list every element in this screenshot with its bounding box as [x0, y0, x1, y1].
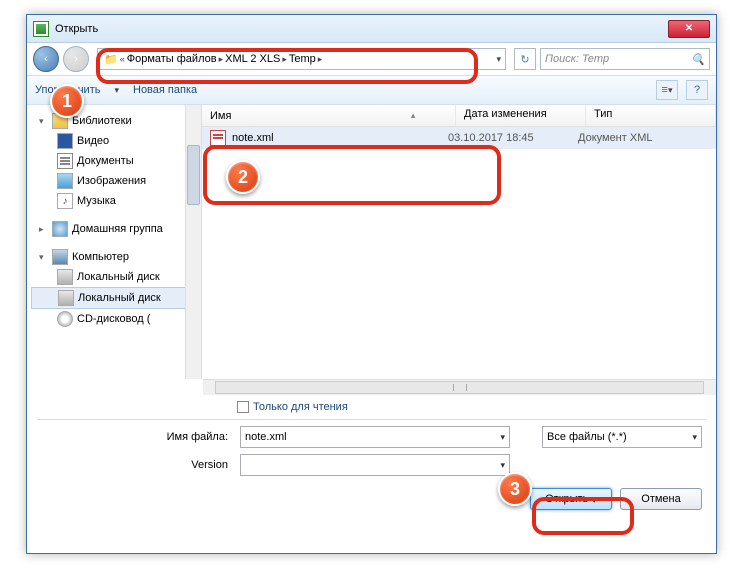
chevron-left-icon: ‹ [44, 53, 48, 65]
scrollbar-thumb[interactable] [187, 145, 200, 205]
chevron-down-icon: ▾ [668, 85, 673, 96]
chevron-down-icon[interactable]: ▾ [496, 54, 501, 65]
readonly-label: Только для чтения [253, 401, 348, 413]
tree-homegroup[interactable]: ▸Домашняя группа [31, 219, 197, 239]
col-date[interactable]: Дата изменения [456, 105, 586, 126]
tree-documents[interactable]: Документы [31, 151, 197, 171]
tree-video[interactable]: Видео [31, 131, 197, 151]
chevron-down-icon[interactable]: ▾ [500, 432, 505, 443]
body: ▾Библиотеки Видео Документы Изображения … [27, 105, 716, 379]
titlebar: Открыть ✕ [27, 15, 716, 43]
button-row: Открыть ▾ Отмена [27, 482, 716, 520]
drive-icon [57, 269, 73, 285]
breadcrumb[interactable]: 📁 « Форматы файлов▸ XML 2 XLS▸ Temp▸ ▾ [97, 48, 506, 70]
tree-drive-1[interactable]: Локальный диск [31, 267, 197, 287]
close-button[interactable]: ✕ [668, 20, 710, 38]
nav-row: ‹ › 📁 « Форматы файлов▸ XML 2 XLS▸ Temp▸… [27, 43, 716, 75]
horizontal-scrollbar[interactable] [203, 379, 716, 395]
file-row[interactable]: note.xml 03.10.2017 18:45 Документ XML [202, 127, 716, 149]
chevron-right-icon: ▸ [318, 54, 323, 65]
bottom-form: Имя файла: note.xml▾ Все файлы (*.*)▾ Ve… [27, 420, 716, 482]
open-dialog: Открыть ✕ ‹ › 📁 « Форматы файлов▸ XML 2 … [26, 14, 717, 554]
cancel-button[interactable]: Отмена [620, 488, 702, 510]
help-button[interactable]: ? [686, 80, 708, 100]
file-date: 03.10.2017 18:45 [448, 132, 578, 144]
tree-cd[interactable]: CD-дисковод ( [31, 309, 197, 329]
back-button[interactable]: ‹ [33, 46, 59, 72]
toolbar: Упорядочить▾ Новая папка ≡ ▾ ? [27, 75, 716, 105]
version-combo[interactable]: ▾ [240, 454, 510, 476]
search-placeholder: Поиск: Temp [545, 53, 609, 65]
refresh-button[interactable]: ↻ [514, 48, 536, 70]
scrollbar-thumb[interactable] [215, 381, 704, 394]
tree-music[interactable]: Музыка [31, 191, 197, 211]
version-label: Version [124, 459, 234, 471]
chevron-down-icon[interactable]: ▾ [500, 460, 505, 471]
file-type: Документ XML [578, 132, 708, 144]
forward-button[interactable]: › [63, 46, 89, 72]
open-button[interactable]: Открыть ▾ [530, 488, 612, 510]
filename-label: Имя файла: [124, 431, 234, 443]
tree-panel: ▾Библиотеки Видео Документы Изображения … [27, 105, 202, 379]
video-icon [57, 133, 73, 149]
homegroup-icon [52, 221, 68, 237]
app-icon [33, 21, 49, 37]
filter-combo[interactable]: Все файлы (*.*)▾ [542, 426, 702, 448]
col-type[interactable]: Тип [586, 105, 716, 126]
computer-icon [52, 249, 68, 265]
chevron-down-icon: ▾ [591, 493, 597, 506]
callout-1: 1 [50, 84, 84, 118]
sort-asc-icon: ▲ [409, 111, 417, 120]
tree-images[interactable]: Изображения [31, 171, 197, 191]
chevron-right-icon: › [74, 53, 78, 65]
column-headers: Имя▲ Дата изменения Тип [202, 105, 716, 127]
view-button[interactable]: ≡ ▾ [656, 80, 678, 100]
refresh-icon: ↻ [520, 53, 529, 66]
tree-drive-2[interactable]: Локальный диск [31, 287, 197, 309]
crumb-1[interactable]: XML 2 XLS [223, 53, 282, 65]
drive-icon [58, 290, 74, 306]
search-input[interactable]: Поиск: Temp 🔍 [540, 48, 710, 70]
help-icon: ? [694, 84, 700, 96]
xml-file-icon [210, 130, 226, 146]
tree-computer[interactable]: ▾Компьютер [31, 247, 197, 267]
filename-input[interactable]: note.xml▾ [240, 426, 510, 448]
col-name[interactable]: Имя▲ [202, 105, 456, 126]
readonly-checkbox[interactable] [237, 401, 249, 413]
callout-3: 3 [498, 472, 532, 506]
readonly-row: Только для чтения [27, 395, 716, 419]
image-icon [57, 173, 73, 189]
music-icon [57, 193, 73, 209]
file-pane: Имя▲ Дата изменения Тип note.xml 03.10.2… [202, 105, 716, 379]
cd-icon [57, 311, 73, 327]
crumb-0[interactable]: Форматы файлов [125, 53, 219, 65]
window-title: Открыть [55, 23, 668, 35]
file-name: note.xml [232, 132, 448, 144]
callout-2: 2 [226, 160, 260, 194]
chevron-down-icon[interactable]: ▾ [692, 432, 697, 443]
new-folder-button[interactable]: Новая папка [133, 84, 197, 96]
folder-icon: 📁 [102, 53, 120, 66]
crumb-2[interactable]: Temp [287, 53, 318, 65]
chevron-down-icon[interactable]: ▾ [114, 85, 119, 96]
tree-scrollbar[interactable] [185, 105, 201, 379]
document-icon [57, 153, 73, 169]
search-icon: 🔍 [691, 53, 705, 66]
